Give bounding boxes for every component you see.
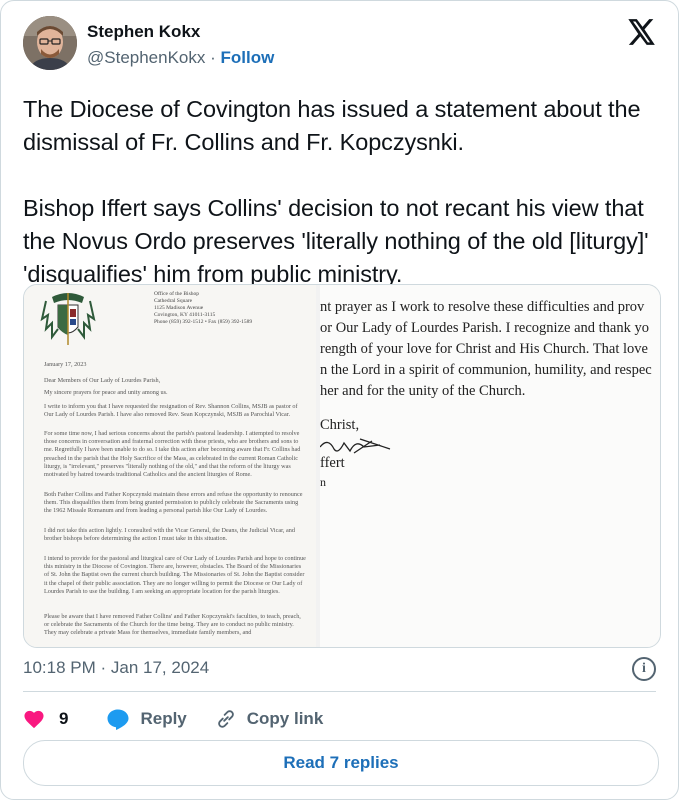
user-name[interactable]: Stephen Kokx — [87, 22, 200, 42]
action-bar: 9 Reply Copy link — [23, 705, 351, 733]
letter-paragraph: I write to inform you that I have reques… — [44, 403, 298, 419]
letter-greeting: My sincere prayers for peace and unity a… — [44, 389, 168, 396]
handle-row: @StephenKokx · Follow — [87, 48, 274, 68]
copy-link-label: Copy link — [246, 709, 324, 728]
letter-closing: Christ, — [320, 417, 360, 433]
letterhead-line: Office of the Bishop — [154, 291, 199, 297]
reply-button[interactable]: Reply — [106, 708, 187, 730]
user-handle[interactable]: @StephenKokx — [87, 48, 205, 67]
document-page-right: nt prayer as I work to resolve these dif… — [320, 285, 660, 647]
letter-date: January 17, 2023 — [44, 361, 87, 368]
letterhead-line: Cathedral Square — [154, 298, 193, 304]
follow-button[interactable]: Follow — [221, 48, 275, 67]
letter-paragraph: I intend to provide for the pastoral and… — [44, 555, 306, 595]
signature-icon — [320, 438, 391, 454]
letter-salutation: Dear Members of Our Lady of Lourdes Pari… — [44, 377, 161, 384]
like-button[interactable]: 9 — [23, 709, 68, 729]
like-count: 9 — [59, 709, 69, 728]
timestamp[interactable]: 10:18 PM · Jan 17, 2024 — [23, 658, 209, 678]
letter-paragraph: I did not take this action lightly. I co… — [44, 527, 295, 543]
separator: · — [210, 48, 216, 67]
letter-paragraph: Both Father Collins and Father Kopczynsk… — [44, 491, 303, 515]
tweet-media[interactable]: Office of the Bishop Cathedral Square 11… — [23, 284, 661, 648]
signature-title: n — [320, 475, 326, 489]
letterhead: Office of the Bishop Cathedral Square 11… — [154, 291, 252, 326]
heart-icon — [24, 710, 44, 729]
avatar[interactable] — [23, 16, 77, 70]
avatar-image — [23, 16, 77, 70]
copy-link-button[interactable]: Copy link — [215, 708, 324, 730]
signature-name: ffert — [320, 455, 345, 471]
letter-line: her and for the unity of the Church. — [320, 383, 526, 399]
link-icon — [217, 710, 234, 728]
letter-line: n the Lord in a spirit of communion, hum… — [320, 362, 652, 378]
reply-bubble-icon — [107, 709, 129, 730]
letter-paragraph: For some time now, I had serious concern… — [44, 430, 301, 479]
letterhead-line: 1125 Madison Avenue — [154, 305, 204, 311]
letter-paragraph: Please be aware that I have removed Fath… — [44, 613, 301, 637]
tweet-text: The Diocese of Covington has issued a st… — [23, 96, 649, 287]
coat-of-arms-icon — [40, 293, 96, 345]
read-replies-button[interactable]: Read 7 replies — [23, 740, 659, 786]
x-logo-icon[interactable] — [628, 19, 656, 45]
info-icon[interactable]: i — [632, 657, 656, 681]
document-page-left: Office of the Bishop Cathedral Square 11… — [24, 285, 316, 647]
letter-line: or Our Lady of Lourdes Parish. I recogni… — [320, 320, 649, 336]
letter-line: nt prayer as I work to resolve these dif… — [320, 299, 645, 315]
letter-line: rength of your love for Christ and His C… — [320, 341, 648, 357]
divider — [23, 691, 656, 692]
tweet-card: Stephen Kokx @StephenKokx · Follow The D… — [0, 0, 679, 800]
letterhead-line: Covington, KY 41011-3115 — [154, 312, 216, 318]
letterhead-line: Phone (859) 392-1512 • Fax (859) 392-158… — [154, 319, 253, 325]
reply-label: Reply — [140, 709, 187, 728]
